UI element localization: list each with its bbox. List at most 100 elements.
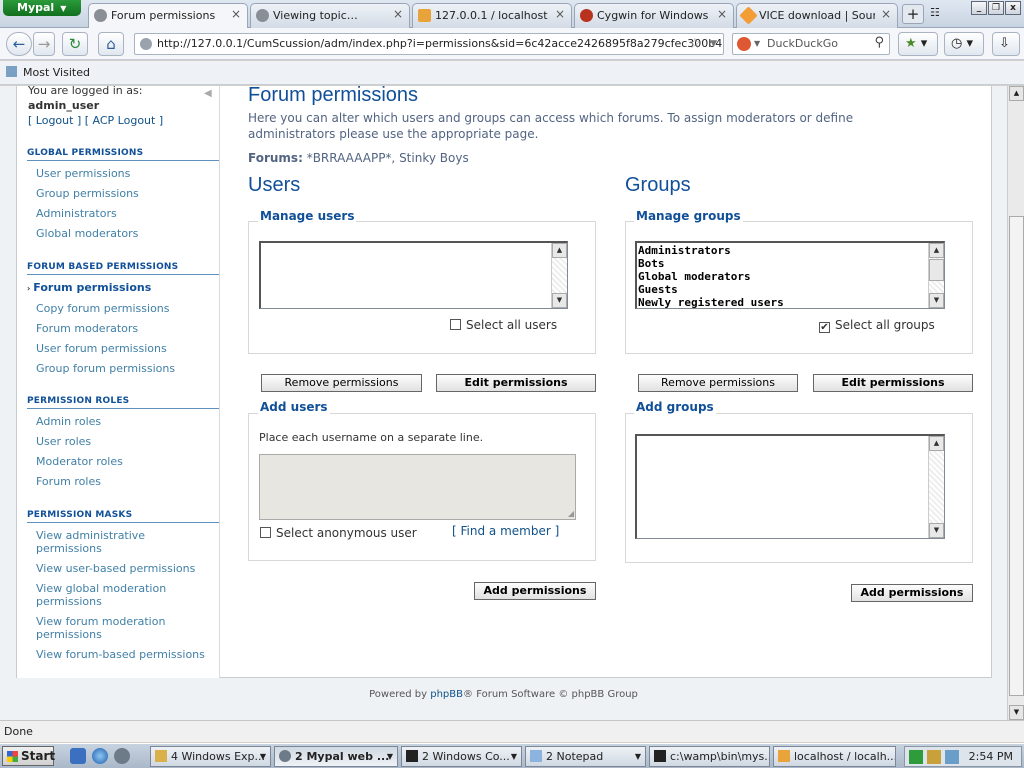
sidebar-item-view-global-moderation-permissions[interactable]: View global moderation permissions (27, 582, 177, 608)
mypal-icon[interactable] (114, 748, 130, 764)
select-all-users-checkbox[interactable]: Select all users (450, 318, 557, 332)
list-item[interactable]: Global moderators (637, 270, 944, 283)
sidebar-item-view-user-based-permissions[interactable]: View user-based permissions (27, 562, 219, 575)
search-icon[interactable]: ⚲ (874, 33, 884, 53)
phpbb-link[interactable]: phpBB (430, 689, 463, 700)
scroll-down-icon[interactable]: ▼ (929, 523, 944, 538)
taskbar-item-mysql-console[interactable]: c:\wamp\bin\mys... (649, 746, 770, 767)
logout-link[interactable]: [ Logout ] (28, 114, 81, 127)
groups-listbox[interactable]: Administrators Bots Global moderators Gu… (635, 241, 945, 309)
history-button[interactable]: ◷ ▾ (944, 32, 984, 56)
sidebar-item-administrators[interactable]: Administrators (27, 207, 219, 220)
scrollbar[interactable]: ▲ ▼ (928, 436, 944, 538)
add-group-permissions-button[interactable]: Add permissions (851, 584, 973, 602)
remove-user-permissions-button[interactable]: Remove permissions (261, 374, 422, 392)
scroll-down-icon[interactable]: ▼ (1009, 705, 1024, 720)
checkbox-box[interactable] (450, 319, 461, 330)
scroll-up-icon[interactable]: ▲ (552, 243, 567, 258)
scroll-up-icon[interactable]: ▲ (929, 436, 944, 451)
show-desktop-icon[interactable] (70, 748, 86, 764)
close-icon[interactable]: × (231, 7, 241, 21)
add-users-textarea[interactable]: ◢ (259, 454, 576, 520)
most-visited-bookmark[interactable]: Most Visited (6, 66, 90, 79)
tab-forum-permissions[interactable]: Forum permissions × (88, 3, 248, 29)
checkbox-checked[interactable]: ✔ (819, 322, 830, 333)
scroll-thumb[interactable] (1009, 216, 1024, 696)
chevron-down-icon[interactable]: ▼ (754, 34, 760, 54)
list-item[interactable]: Bots (637, 257, 944, 270)
clock[interactable]: 2:54 PM (969, 750, 1013, 763)
downloads-button[interactable]: ⇩ (992, 32, 1020, 56)
bookmark-star-icon[interactable]: ☆ (688, 34, 701, 54)
add-user-permissions-button[interactable]: Add permissions (474, 582, 596, 600)
list-item[interactable]: Administrators (637, 244, 944, 257)
edit-group-permissions-button[interactable]: Edit permissions (813, 374, 973, 392)
close-icon[interactable]: × (555, 7, 565, 21)
restore-icon[interactable]: ❐ (988, 1, 1004, 15)
chevron-down-icon[interactable]: ▼ (710, 34, 717, 54)
search-input[interactable]: ▼ DuckDuckGo ⚲ (732, 33, 890, 55)
close-icon[interactable]: × (717, 7, 727, 21)
sidebar-item-forum-permissions[interactable]: › Forum permissions (27, 281, 219, 295)
internet-explorer-icon[interactable] (92, 748, 108, 764)
minimize-icon[interactable]: _ (971, 1, 987, 15)
forward-button[interactable]: → (33, 32, 55, 56)
resize-grip-icon[interactable]: ◢ (568, 509, 574, 518)
taskbar-item-mypal[interactable]: 2 Mypal web ... ▼ (274, 746, 398, 767)
list-item[interactable]: Guests (637, 283, 944, 296)
sidebar-item-copy-forum-permissions[interactable]: Copy forum permissions (27, 302, 219, 315)
list-item[interactable]: Newly registered users (637, 296, 944, 309)
sidebar-item-user-forum-permissions[interactable]: User forum permissions (27, 342, 219, 355)
add-groups-listbox[interactable]: ▲ ▼ (635, 434, 945, 539)
new-tab-button[interactable]: + (902, 4, 924, 24)
scroll-down-icon[interactable]: ▼ (552, 293, 567, 308)
back-button[interactable]: ← (6, 32, 32, 56)
utorrent-icon[interactable] (909, 750, 923, 764)
scrollbar[interactable]: ▲ ▼ (928, 243, 944, 308)
reload-button[interactable]: ↻ (62, 32, 88, 56)
taskbar-item-notepad[interactable]: 2 Notepad ▼ (525, 746, 646, 767)
sidebar-item-user-permissions[interactable]: User permissions (27, 167, 219, 180)
tab-viewing[interactable]: Viewing topic… × (250, 3, 410, 28)
close-window-icon[interactable]: x (1005, 1, 1021, 15)
taskbar-item-windows-console[interactable]: 2 Windows Co... ▼ (401, 746, 522, 767)
tray-app-icon[interactable] (927, 750, 941, 764)
network-icon[interactable] (945, 750, 959, 764)
sidebar-item-group-forum-permissions[interactable]: Group forum permissions (27, 362, 219, 375)
scroll-up-icon[interactable]: ▲ (1009, 86, 1024, 101)
sidebar-item-forum-roles[interactable]: Forum roles (27, 475, 219, 488)
sidebar-item-global-moderators[interactable]: Global moderators (27, 227, 219, 240)
edit-user-permissions-button[interactable]: Edit permissions (436, 374, 596, 392)
sidebar-item-admin-roles[interactable]: Admin roles (27, 415, 219, 428)
home-button[interactable]: ⌂ (98, 32, 124, 56)
select-all-groups-checkbox[interactable]: ✔ Select all groups (819, 318, 935, 333)
app-menu-button[interactable]: Mypal ▼ (3, 0, 81, 16)
sidebar-item-view-administrative-permissions[interactable]: View administrative permissions (27, 529, 167, 555)
tab-phpmyadmin[interactable]: 127.0.0.1 / localhost / ... × (412, 3, 572, 28)
sidebar-item-moderator-roles[interactable]: Moderator roles (27, 455, 219, 468)
acp-logout-link[interactable]: [ ACP Logout ] (85, 114, 163, 127)
taskbar-item-localhost[interactable]: localhost / localh... (773, 746, 896, 767)
taskbar-item-windows-explorer[interactable]: 4 Windows Exp... ▼ (150, 746, 271, 767)
scroll-up-icon[interactable]: ▲ (929, 243, 944, 258)
find-member-link[interactable]: [ Find a member ] (452, 524, 559, 538)
scroll-thumb[interactable] (929, 259, 944, 281)
page-scrollbar[interactable]: ▲ ▼ (1007, 86, 1024, 720)
close-icon[interactable]: × (881, 7, 891, 21)
tab-list-icon[interactable]: ☷ (930, 6, 940, 19)
users-listbox[interactable]: ▲ ▼ (259, 241, 568, 309)
sidebar-item-view-forum-moderation-permissions[interactable]: View forum moderation permissions (27, 615, 177, 641)
address-bar[interactable]: http://127.0.0.1/CumScussion/adm/index.p… (134, 33, 724, 55)
sidebar-item-user-roles[interactable]: User roles (27, 435, 219, 448)
collapse-sidebar-icon[interactable]: ◀ (204, 88, 212, 99)
tab-cygwin[interactable]: Cygwin for Windows X... × (574, 3, 734, 28)
sidebar-item-view-forum-based-permissions[interactable]: View forum-based permissions (27, 648, 219, 661)
start-button[interactable]: Start (2, 746, 55, 766)
sidebar-item-forum-moderators[interactable]: Forum moderators (27, 322, 219, 335)
scrollbar[interactable]: ▲ ▼ (551, 243, 567, 308)
remove-group-permissions-button[interactable]: Remove permissions (638, 374, 798, 392)
sidebar-item-group-permissions[interactable]: Group permissions (27, 187, 219, 200)
scroll-down-icon[interactable]: ▼ (929, 293, 944, 308)
anonymous-user-checkbox[interactable]: Select anonymous user (260, 526, 417, 540)
bookmarks-button[interactable]: ★ ▾ (898, 32, 938, 56)
